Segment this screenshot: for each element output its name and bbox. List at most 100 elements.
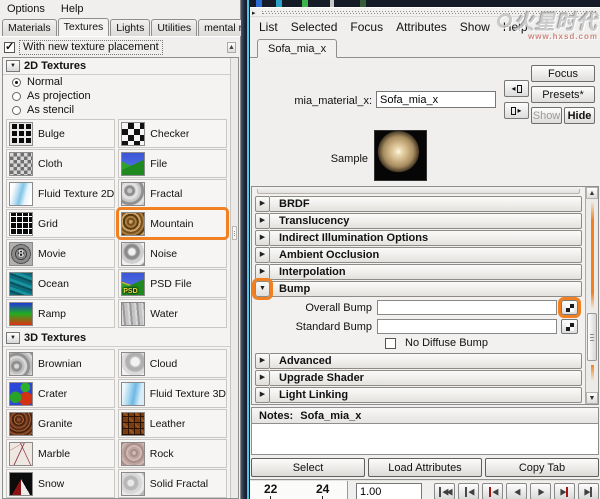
menu-show[interactable]: Show <box>460 20 490 34</box>
texture-item-rock[interactable]: Rock <box>117 439 227 468</box>
section-light-linking[interactable]: ▶ Light Linking <box>255 387 582 403</box>
section-bump[interactable]: ▼ Bump <box>255 281 582 297</box>
texture-item-ocean[interactable]: Ocean <box>6 269 116 298</box>
tab-sofa-mia-x[interactable]: Sofa_mia_x <box>257 39 338 58</box>
radio-as-stencil[interactable]: As stencil <box>3 103 230 117</box>
scrollbar-grip[interactable] <box>232 226 237 240</box>
expand-arrow-icon[interactable]: ▶ <box>255 264 270 280</box>
attributes-scrollbar[interactable]: ▲ ▼ <box>585 187 598 404</box>
texture-item-fluid-texture-2d[interactable]: Fluid Texture 2D <box>6 179 116 208</box>
texture-item-ramp[interactable]: Ramp <box>6 299 116 328</box>
texture-item-label: File <box>150 157 168 170</box>
copy-tab-button[interactable]: Copy Tab <box>485 458 599 477</box>
radio-normal[interactable]: Normal <box>3 75 230 89</box>
menu-help[interactable]: Help <box>61 3 84 15</box>
section-interpolation[interactable]: ▶ Interpolation <box>255 264 582 280</box>
expand-arrow-icon[interactable]: ▶ <box>255 247 270 263</box>
play-backwards-button[interactable]: ◀ <box>506 483 527 499</box>
collapse-arrow-icon[interactable]: ▼ <box>6 332 20 344</box>
scroll-up-icon[interactable]: ▲ <box>586 187 598 199</box>
standard-bump-input[interactable] <box>377 319 557 334</box>
panel-divider[interactable] <box>241 0 250 499</box>
playback-speed-input[interactable] <box>356 483 422 499</box>
step-back-frame-button[interactable]: ◀ <box>458 483 479 499</box>
expand-arrow-icon[interactable]: ▶ <box>255 387 270 403</box>
tab-textures[interactable]: Textures <box>57 18 110 36</box>
tab-lights[interactable]: Lights <box>110 19 151 36</box>
standard-bump-map-button[interactable] <box>561 319 578 334</box>
overall-bump-map-button[interactable] <box>561 300 578 315</box>
texture-item-noise[interactable]: Noise <box>118 239 227 268</box>
footer-buttons: Select Load Attributes Copy Tab <box>250 455 600 479</box>
material-name-input[interactable] <box>376 91 496 108</box>
input-connection-button[interactable]: ◂ <box>504 80 529 97</box>
list-scroll-up-icon[interactable]: ▲ <box>227 41 236 53</box>
texture-item-bulge[interactable]: Bulge <box>6 119 116 148</box>
tab-utilities[interactable]: Utilities <box>151 19 198 36</box>
scrollbar-thumb[interactable] <box>587 313 597 361</box>
connection-buttons: ◂ ▸ <box>504 80 529 119</box>
with-new-texture-placement-checkbox[interactable] <box>4 40 15 53</box>
menu-list[interactable]: List <box>259 20 278 34</box>
menu-options[interactable]: Options <box>7 3 45 15</box>
texture-list-scrollbar[interactable] <box>230 58 238 498</box>
no-diffuse-bump-checkbox[interactable] <box>385 337 396 349</box>
section-advanced[interactable]: ▶ Advanced <box>255 353 582 369</box>
radio-as-projection[interactable]: As projection <box>3 89 230 103</box>
output-connection-button[interactable]: ▸ <box>504 102 529 119</box>
step-forward-key-button[interactable]: ▶ <box>554 483 575 499</box>
material-sample-swatch[interactable] <box>374 130 427 181</box>
overall-bump-input[interactable] <box>377 300 557 315</box>
show-button[interactable]: Show <box>531 107 562 124</box>
texture-item-psd-file[interactable]: PSD PSD File <box>118 269 227 298</box>
texture-item-granite[interactable]: Granite <box>6 409 115 438</box>
focus-button[interactable]: Focus <box>531 65 595 82</box>
texture-item-label: Fluid Texture 3D <box>149 387 226 400</box>
expand-arrow-icon[interactable]: ▶ <box>255 196 270 212</box>
texture-item-snow[interactable]: Snow <box>6 469 115 498</box>
texture-item-mountain[interactable]: Mountain <box>116 207 229 240</box>
texture-item-file[interactable]: File <box>118 149 227 178</box>
texture-item-cloth[interactable]: Cloth <box>6 149 116 178</box>
texture-item-brownian[interactable]: Brownian <box>6 349 115 378</box>
expand-arrow-icon[interactable]: ▶ <box>255 230 270 246</box>
step-back-key-button[interactable]: ◀ <box>482 483 503 499</box>
section-upgrade-shader[interactable]: ▶ Upgrade Shader <box>255 370 582 386</box>
hide-button[interactable]: Hide <box>564 107 595 124</box>
texture-item-crater[interactable]: Crater <box>6 379 115 408</box>
presets-button[interactable]: Presets* <box>531 86 595 103</box>
section-translucency[interactable]: ▶ Translucency <box>255 213 582 229</box>
notes-textarea[interactable] <box>251 423 599 455</box>
texture-item-cloud[interactable]: Cloud <box>117 349 227 378</box>
texture-item-fluid-texture-3d[interactable]: Fluid Texture 3D <box>117 379 227 408</box>
tearoff-bar[interactable]: ▸ <box>250 7 600 17</box>
section-brdf[interactable]: ▶ BRDF <box>255 196 582 212</box>
section-ambient-occlusion[interactable]: ▶ Ambient Occlusion <box>255 247 582 263</box>
texture-item-solid-fractal[interactable]: Solid Fractal <box>117 469 227 498</box>
step-forward-frame-button[interactable]: ▶ <box>578 483 599 499</box>
tab-materials[interactable]: Materials <box>2 19 57 36</box>
menu-attributes[interactable]: Attributes <box>396 20 447 34</box>
scroll-down-icon[interactable]: ▼ <box>586 392 598 404</box>
play-forwards-button[interactable]: ▶ <box>530 483 551 499</box>
expand-arrow-icon[interactable]: ▶ <box>255 213 270 229</box>
collapse-arrow-icon[interactable]: ▼ <box>6 60 20 72</box>
texture-item-grid[interactable]: Grid <box>6 209 116 238</box>
menu-selected[interactable]: Selected <box>291 20 338 34</box>
texture-item-checker[interactable]: Checker <box>118 119 227 148</box>
texture-item-marble[interactable]: Marble <box>6 439 115 468</box>
texture-item-leather[interactable]: Leather <box>117 409 227 438</box>
texture-item-movie[interactable]: 8 Movie <box>6 239 116 268</box>
menu-focus[interactable]: Focus <box>350 20 383 34</box>
bump-expand-arrow-icon[interactable]: ▼ <box>255 281 270 297</box>
texture-item-fractal[interactable]: Fractal <box>118 179 227 208</box>
expand-arrow-icon[interactable]: ▶ <box>255 353 270 369</box>
load-attributes-button[interactable]: Load Attributes <box>368 458 482 477</box>
texture-item-water[interactable]: Water <box>118 299 227 328</box>
expand-arrow-icon[interactable]: ▶ <box>255 370 270 386</box>
time-ruler[interactable]: 22 24 <box>250 481 348 499</box>
select-button[interactable]: Select <box>251 458 365 477</box>
section-indirect-illumination-options[interactable]: ▶ Indirect Illumination Options <box>255 230 582 246</box>
menu-help[interactable]: Help <box>503 20 528 34</box>
go-to-start-button[interactable]: ◀◀ <box>434 483 455 499</box>
